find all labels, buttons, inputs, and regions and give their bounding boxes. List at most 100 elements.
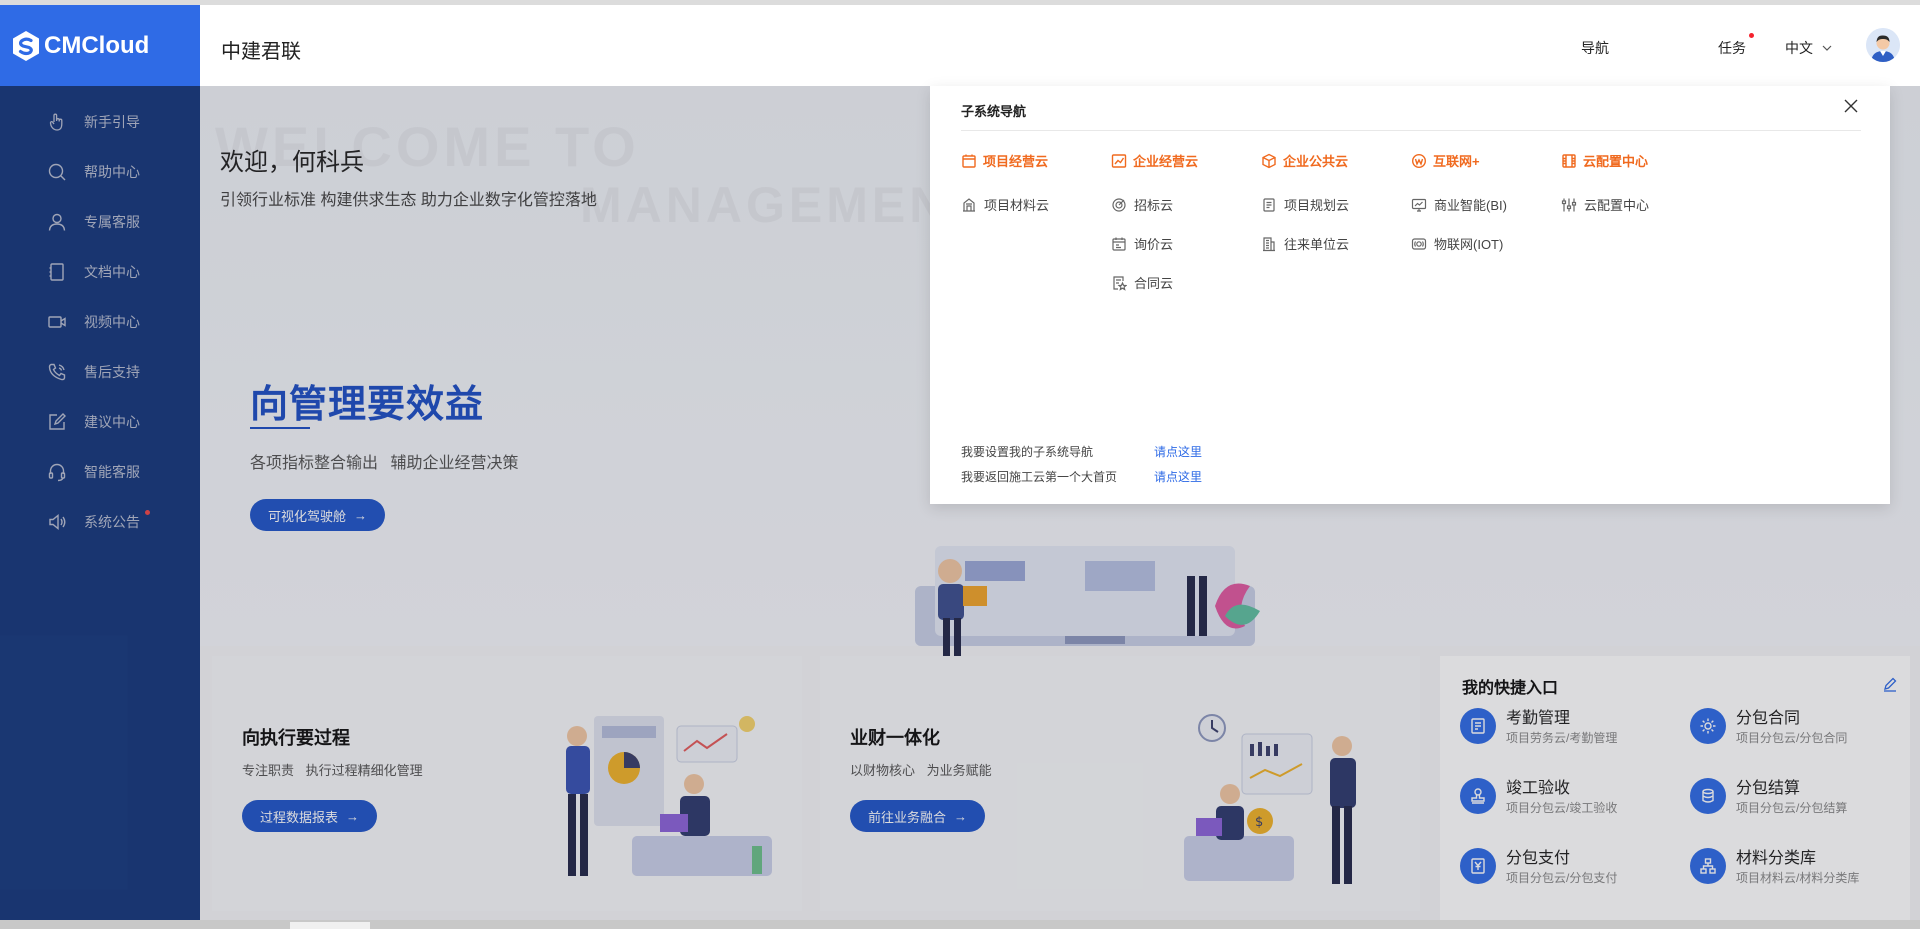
category-label: 企业公共云	[1283, 154, 1349, 169]
bottom-scrollbar[interactable]	[0, 920, 1920, 929]
category-enterprise-public[interactable]: 企业公共云	[1261, 151, 1348, 170]
subsystem-item-label: 项目材料云	[984, 198, 1050, 213]
header-task-link[interactable]: 任务	[1718, 38, 1746, 58]
quick-item-path: 项目分包云/竣工验收	[1506, 801, 1618, 815]
quick-item-acceptance[interactable]: 竣工验收 项目分包云/竣工验收	[1460, 768, 1680, 824]
quick-item-name: 分包支付	[1506, 850, 1571, 867]
subsystem-item-label: 商业智能(BI)	[1434, 198, 1507, 213]
quick-item-path: 项目分包云/分包结算	[1736, 801, 1848, 815]
quick-item-path: 项目劳务云/考勤管理	[1506, 731, 1618, 745]
quick-item-subcontract[interactable]: 分包合同 项目分包云/分包合同	[1690, 698, 1910, 754]
slogan-text: 引领行业标准 构建供求生态 助力企业数字化管控落地	[220, 192, 597, 209]
process-report-button-label: 过程数据报表	[260, 809, 339, 825]
clipboard-icon	[1460, 708, 1496, 744]
quick-item-path: 项目材料云/材料分类库	[1736, 871, 1860, 885]
close-icon[interactable]	[1843, 98, 1859, 114]
cmcloud-logo-icon	[13, 30, 39, 61]
card-subtitle: 以财物核心 为业务赋能	[850, 763, 992, 778]
category-project-operation[interactable]: 项目经营云	[961, 151, 1048, 170]
hero-underline	[250, 427, 310, 429]
web-icon	[1411, 153, 1427, 168]
footer-setting-link[interactable]: 请点这里	[1154, 443, 1202, 460]
subsystem-item-partners[interactable]: 往来单位云	[1261, 234, 1349, 253]
quick-item-payment[interactable]: 分包支付 项目分包云/分包支付	[1460, 838, 1680, 894]
subsystem-item-label: 云配置中心	[1584, 198, 1650, 213]
subsystem-item-contract[interactable]: 合同云	[1111, 273, 1173, 292]
subsystem-item-label: 合同云	[1134, 276, 1174, 291]
edit-pencil-icon[interactable]	[1882, 676, 1898, 692]
logo-text: CMCloud	[44, 31, 150, 59]
business-integration-button[interactable]: 前往业务融合 →	[850, 800, 986, 832]
quick-entry-title: 我的快捷入口	[1462, 680, 1559, 697]
avatar-icon	[1866, 28, 1900, 62]
subsystem-item-bi[interactable]: 商业智能(BI)	[1411, 195, 1507, 214]
card-subtitle: 专注职责 执行过程精细化管理	[242, 763, 423, 778]
hero-subtitle: 各项指标整合输出 辅助企业经营决策	[250, 455, 519, 472]
top-header: CMCloud 中建君联 导航 任务 中文	[0, 5, 1920, 86]
execution-card: 向执行要过程 专注职责 执行过程精细化管理 过程数据报表 →	[212, 656, 802, 911]
gear-icon	[1690, 708, 1726, 744]
quick-item-path: 项目分包云/分包合同	[1736, 731, 1848, 745]
panel-title: 子系统导航	[961, 104, 1027, 119]
user-avatar[interactable]	[1866, 28, 1900, 62]
logo[interactable]: CMCloud	[0, 5, 200, 86]
cube-icon	[1262, 153, 1276, 168]
subsystem-item-label: 项目规划云	[1284, 198, 1350, 213]
finance-card: 业财一体化 以财物核心 为业务赋能 前往业务融合 → $	[820, 656, 1420, 911]
subsystem-item-label: 往来单位云	[1284, 237, 1350, 252]
language-label: 中文	[1785, 40, 1813, 56]
subsystem-item-config-center[interactable]: 云配置中心	[1561, 195, 1649, 214]
hero-title: 向管理要效益	[250, 384, 485, 426]
category-label: 项目经营云	[983, 154, 1049, 169]
footer-setting-label: 我要设置我的子系统导航	[961, 445, 1094, 459]
chevron-down-icon	[1822, 45, 1832, 51]
quick-item-name: 分包合同	[1736, 710, 1801, 727]
plan-icon	[1263, 197, 1275, 212]
project-icon	[962, 154, 976, 168]
office-icon	[1263, 236, 1275, 251]
category-enterprise-operation[interactable]: 企业经营云	[1111, 151, 1198, 170]
language-select[interactable]: 中文	[1785, 38, 1833, 58]
footer-return-link[interactable]: 请点这里	[1154, 468, 1202, 485]
stamp-icon	[1460, 778, 1496, 814]
subsystem-item-label: 招标云	[1134, 198, 1174, 213]
welcome-text: 欢迎，何科兵	[220, 149, 364, 176]
quick-item-name: 材料分类库	[1736, 850, 1817, 867]
process-report-button[interactable]: 过程数据报表 →	[242, 800, 378, 832]
target-icon	[1112, 197, 1126, 212]
category-label: 互联网+	[1433, 154, 1480, 169]
chart-icon	[1111, 153, 1127, 168]
task-notification-dot	[1749, 33, 1754, 38]
subsystem-item-iot[interactable]: 物联网(IOT)	[1411, 234, 1503, 253]
card-title: 业财一体化	[850, 728, 940, 748]
subsystem-item-planning[interactable]: 项目规划云	[1261, 195, 1349, 214]
subsystem-item-bidding[interactable]: 招标云	[1111, 195, 1173, 214]
quick-item-path: 项目分包云/分包支付	[1506, 871, 1618, 885]
dashboard-button-label: 可视化驾驶舱	[268, 508, 347, 524]
subsystem-nav-panel: 子系统导航 项目经营云 项目材料云 企业经营云 招标云 询价云 合同云 企业公共…	[930, 86, 1890, 504]
calendar-icon	[1112, 237, 1126, 251]
dashboard-button[interactable]: 可视化驾驶舱 →	[250, 499, 386, 531]
arrow-right-icon: →	[346, 808, 360, 824]
quick-item-settlement[interactable]: 分包结算 项目分包云/分包结算	[1690, 768, 1910, 824]
business-integration-button-label: 前往业务融合	[868, 809, 947, 825]
subsystem-item-label: 物联网(IOT)	[1434, 237, 1504, 252]
scrollbar-thumb[interactable]	[290, 922, 370, 929]
payment-icon	[1460, 848, 1496, 884]
quick-item-name: 考勤管理	[1506, 710, 1571, 727]
card-title: 向执行要过程	[242, 728, 350, 748]
coins-icon	[1690, 778, 1726, 814]
subsystem-item-material[interactable]: 项目材料云	[961, 195, 1049, 214]
arrow-right-icon: →	[954, 808, 968, 824]
company-name: 中建君联	[221, 41, 301, 63]
quick-item-material-library[interactable]: 材料分类库 项目材料云/材料分类库	[1690, 838, 1910, 894]
category-internet-plus[interactable]: 互联网+	[1411, 151, 1480, 170]
category-cloud-config[interactable]: 云配置中心	[1561, 151, 1648, 170]
subsystem-item-inquiry[interactable]: 询价云	[1111, 234, 1173, 253]
monitor-icon	[1411, 198, 1427, 212]
header-nav-link[interactable]: 导航	[1581, 38, 1609, 58]
subsystem-item-label: 询价云	[1134, 237, 1174, 252]
panel-divider	[961, 130, 1861, 131]
quick-item-attendance[interactable]: 考勤管理 项目劳务云/考勤管理	[1460, 698, 1680, 754]
quick-item-name: 竣工验收	[1506, 780, 1571, 797]
